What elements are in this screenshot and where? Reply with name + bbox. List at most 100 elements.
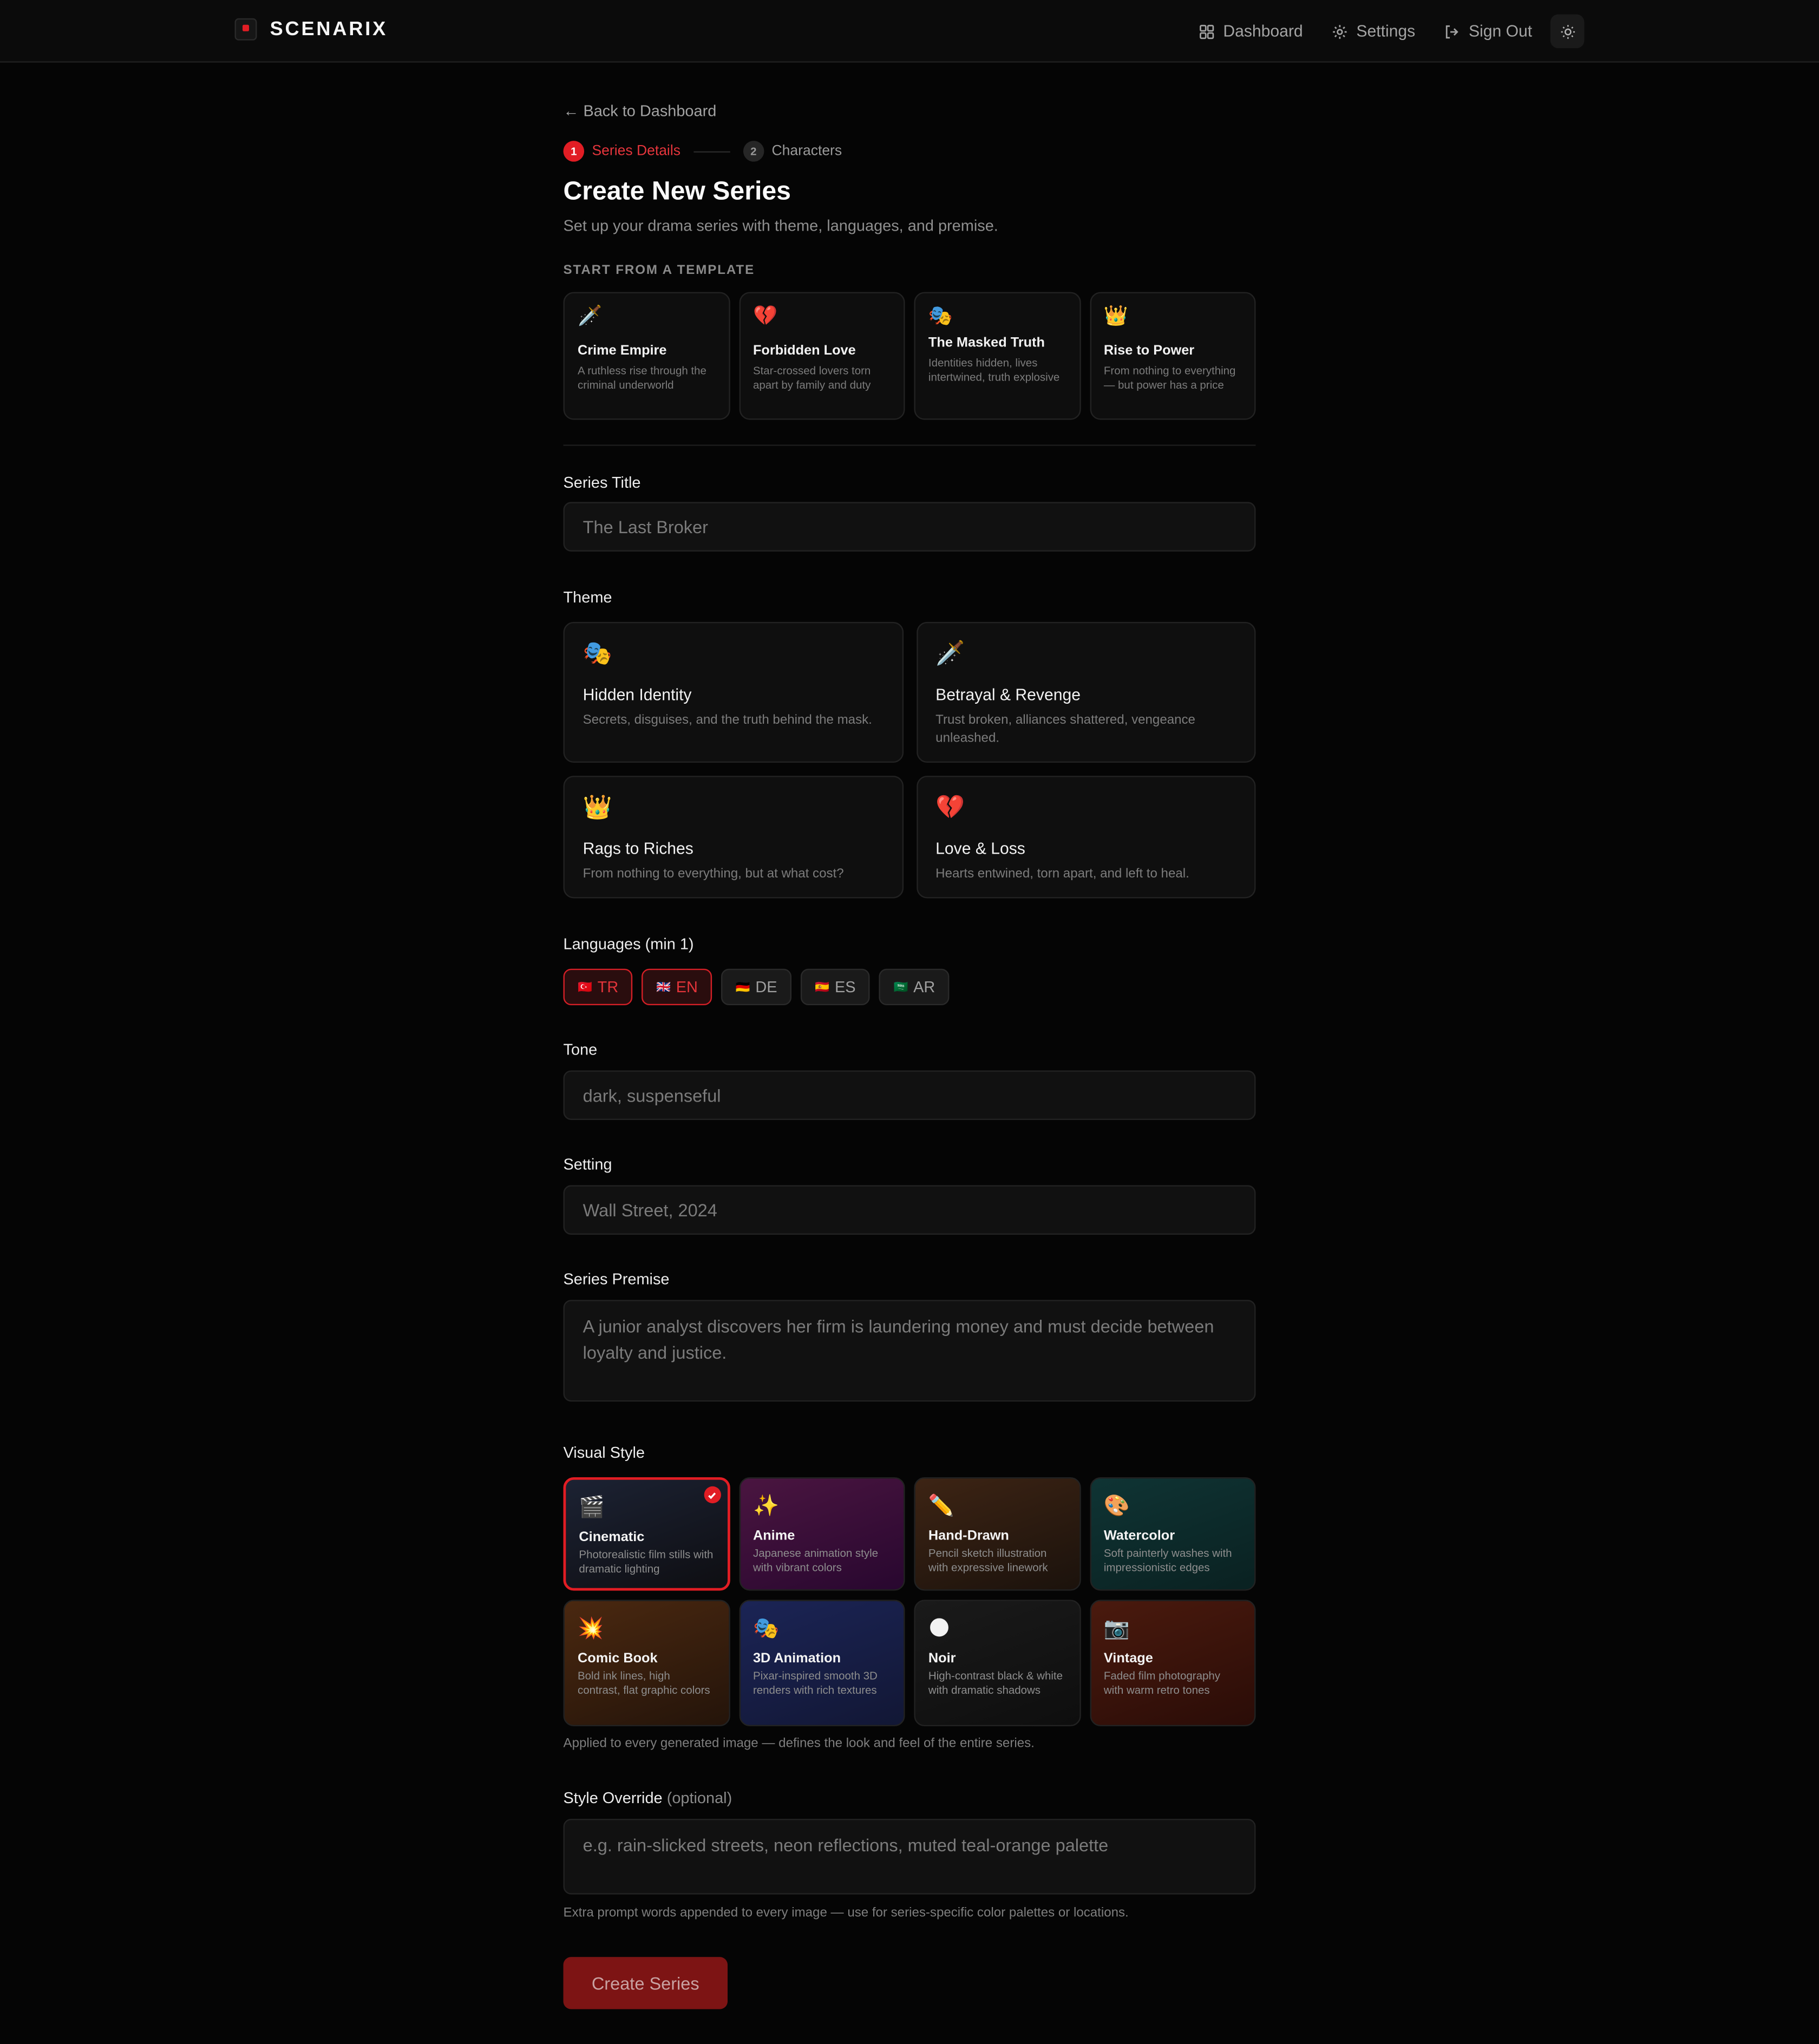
style-desc: Photorealistic film stills with dramatic… [579,1548,714,1575]
template-name: Forbidden Love [753,343,856,359]
divider [563,444,1256,446]
theme-label: Theme [563,588,612,606]
broken-heart-icon: 💔 [753,305,777,327]
template-name: The Masked Truth [928,335,1045,351]
logo-icon [234,18,257,41]
theme-options: 🎭 Hidden Identity Secrets, disguises, an… [563,621,1256,899]
dagger-icon: 🗡️ [935,640,965,666]
theater-masks-icon: 🎭 [753,1618,779,1641]
theme-card-betrayal-revenge[interactable]: 🗡️ Betrayal & Revenge Trust broken, alli… [916,621,1256,763]
language-code: EN [676,978,698,997]
style-desc: Pencil sketch illustration with expressi… [928,1546,1048,1574]
visual-style-options: 🎬 Cinematic Photorealistic film stills w… [563,1477,1256,1726]
language-chip-ar[interactable]: 🇸🇦 AR [879,968,950,1006]
language-chip-es[interactable]: 🇪🇸 ES [800,968,871,1006]
brand[interactable]: SCENARIX [234,18,388,41]
template-desc: From nothing to everything — but power h… [1103,363,1236,392]
style-card-hand-drawn[interactable]: ✏️ Hand-Drawn Pencil sketch illustration… [914,1477,1081,1591]
template-card-masked-truth[interactable]: 🎭 The Masked Truth Identities hidden, li… [914,292,1081,420]
style-name: Cinematic [579,1529,645,1545]
step-1-number: 1 [563,141,585,162]
flag-tr-icon: 🇹🇷 [578,980,593,993]
template-name: Rise to Power [1103,343,1195,359]
broken-heart-icon: 💔 [935,794,965,821]
template-name: Crime Empire [578,343,667,359]
style-card-watercolor[interactable]: 🎨 Watercolor Soft painterly washes with … [1089,1477,1256,1591]
theme-toggle-button[interactable] [1550,14,1585,49]
nav-settings-label: Settings [1356,22,1416,41]
language-code: AR [913,978,935,997]
sign-out-icon [1446,24,1459,38]
style-desc: Faded film photography with warm retro t… [1103,1669,1220,1696]
premise-textarea[interactable]: A junior analyst discovers her firm is l… [563,1300,1256,1402]
style-name: Watercolor [1103,1528,1175,1544]
template-card-forbidden-love[interactable]: 💔 Forbidden Love Star-crossed lovers tor… [738,292,905,420]
theme-desc: From nothing to everything, but at what … [583,867,844,882]
theme-card-rags-to-riches[interactable]: 👑 Rags to Riches From nothing to everyth… [563,776,903,899]
template-card-crime-empire[interactable]: 🗡️ Crime Empire A ruthless rise through … [563,292,730,420]
language-chip-tr[interactable]: 🇹🇷 TR [563,968,633,1006]
optional-tag: (optional) [666,1788,732,1807]
theater-masks-icon: 🎭 [583,640,612,666]
template-desc: Identities hidden, lives intertwined, tr… [928,356,1060,384]
step-2-label: Characters [771,143,842,159]
style-name: Noir [928,1650,956,1667]
theme-name: Hidden Identity [583,685,692,704]
theme-desc: Trust broken, alliances shattered, venge… [935,713,1195,745]
style-name: Hand-Drawn [928,1528,1009,1544]
language-chip-de[interactable]: 🇩🇪 DE [721,968,792,1006]
check-icon [703,1486,721,1504]
style-desc: High-contrast black & white with dramati… [928,1669,1063,1696]
brand-name: SCENARIX [270,18,388,41]
style-desc: Pixar-inspired smooth 3D renders with ri… [753,1669,878,1696]
theme-desc: Secrets, disguises, and the truth behind… [583,713,872,728]
theme-card-love-loss[interactable]: 💔 Love & Loss Hearts entwined, torn apar… [916,776,1256,899]
theme-desc: Hearts entwined, torn apart, and left to… [935,867,1189,882]
style-override-hint: Extra prompt words appended to every ima… [563,1906,1129,1921]
style-name: 3D Animation [753,1650,841,1667]
languages-label: Languages (min 1) [563,934,694,953]
setting-label: Setting [563,1155,612,1174]
page-title: Create New Series [563,177,791,206]
series-title-input[interactable]: The Last Broker [563,502,1256,552]
language-code: ES [835,978,856,997]
clapperboard-icon: 🎬 [579,1497,605,1519]
tone-input[interactable]: dark, suspenseful [563,1070,1256,1120]
series-title-label: Series Title [563,473,641,492]
language-code: TR [597,978,619,997]
pencil-icon: ✏️ [928,1495,954,1518]
style-card-noir[interactable]: 🌑 Noir High-contrast black & white with … [914,1600,1081,1726]
top-navbar: SCENARIX Dashboard Settings Sign Out [0,0,1819,63]
template-card-rise-to-power[interactable]: 👑 Rise to Power From nothing to everythi… [1089,292,1256,420]
create-series-button[interactable]: Create Series [563,1957,728,2009]
style-desc: Bold ink lines, high contrast, flat grap… [578,1669,710,1696]
page-subtitle: Set up your drama series with theme, lan… [563,216,998,235]
style-card-vintage[interactable]: 📷 Vintage Faded film photography with wa… [1089,1600,1256,1726]
style-card-cinematic[interactable]: 🎬 Cinematic Photorealistic film stills w… [563,1477,730,1591]
nav-links: Dashboard Settings Sign Out [1199,14,1585,49]
flag-de-icon: 🇩🇪 [735,980,750,993]
style-card-comic-book[interactable]: 💥 Comic Book Bold ink lines, high contra… [563,1600,730,1726]
crown-icon: 👑 [1103,305,1128,327]
nav-sign-out[interactable]: Sign Out [1444,22,1532,41]
step-connector [693,150,730,152]
tone-label: Tone [563,1040,598,1059]
style-override-textarea[interactable]: e.g. rain-slicked streets, neon reflecti… [563,1818,1256,1895]
theme-card-hidden-identity[interactable]: 🎭 Hidden Identity Secrets, disguises, an… [563,621,903,763]
style-name: Anime [753,1528,795,1544]
nav-dashboard[interactable]: Dashboard [1199,22,1303,41]
language-chip-en[interactable]: 🇬🇧 EN [642,968,712,1006]
style-card-3d-animation[interactable]: 🎭 3D Animation Pixar-inspired smooth 3D … [738,1600,905,1726]
theme-name: Betrayal & Revenge [935,685,1081,704]
theme-name: Love & Loss [935,840,1025,858]
palette-icon: 🎨 [1103,1495,1130,1518]
back-to-dashboard-link[interactable]: ← Back to Dashboard [564,102,717,120]
nav-settings[interactable]: Settings [1332,22,1416,41]
style-card-anime[interactable]: ✨ Anime Japanese animation style with vi… [738,1477,905,1591]
setting-input[interactable]: Wall Street, 2024 [563,1185,1256,1235]
gear-icon [1333,24,1347,38]
premise-label: Series Premise [563,1269,670,1288]
language-options: 🇹🇷 TR 🇬🇧 EN 🇩🇪 DE 🇪🇸 ES 🇸🇦 AR [563,968,950,1006]
style-override-label: Style Override (optional) [564,1789,732,1807]
dagger-icon: 🗡️ [578,305,603,327]
